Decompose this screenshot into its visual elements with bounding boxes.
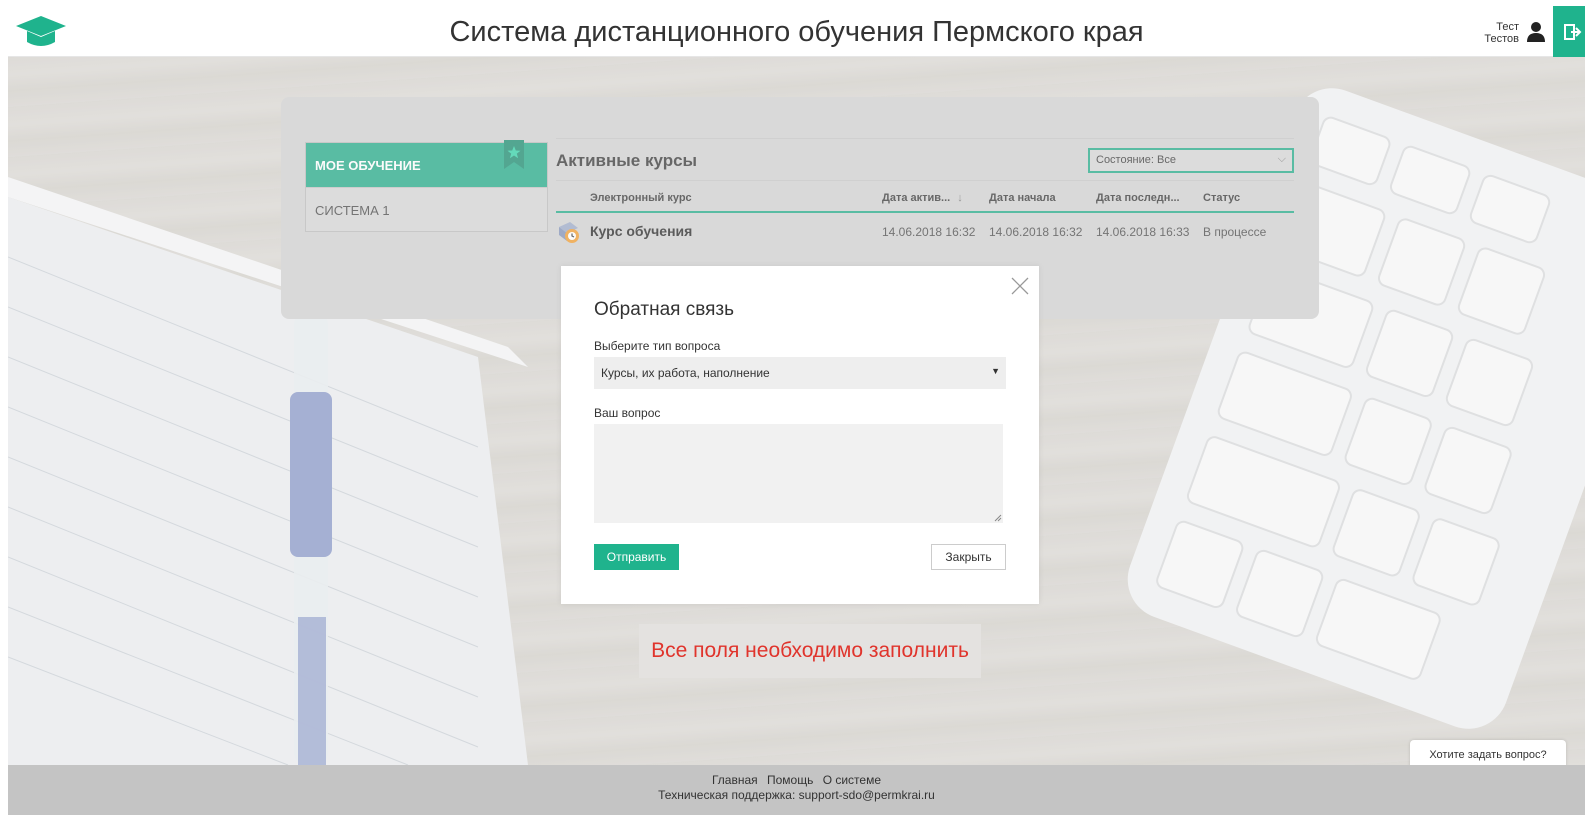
send-button[interactable]: Отправить [594,544,679,570]
user-name[interactable]: Тест Тестов [1484,21,1519,45]
footer-links: Главная Помощь О системе [8,773,1585,787]
footer-link-home[interactable]: Главная [712,773,758,787]
logout-button[interactable] [1553,6,1585,57]
modal-title: Обратная связь [594,299,734,320]
resize-grip-icon[interactable] [994,514,1002,522]
question-type-select[interactable]: Курсы, их работа, наполнение ▼ [594,357,1006,389]
question-type-label: Выберите тип вопроса [594,339,721,353]
question-label: Ваш вопрос [594,406,661,420]
close-icon[interactable] [1010,276,1030,296]
user-last-name: Тестов [1484,33,1519,45]
footer-support: Техническая поддержка: support-sdo@permk… [658,788,935,802]
site-title: Система дистанционного обучения Пермског… [449,16,1144,48]
close-button[interactable]: Закрыть [931,544,1006,570]
dropdown-arrow-icon: ▼ [991,366,1000,376]
footer-link-about[interactable]: О системе [823,773,881,787]
footer-link-help[interactable]: Помощь [767,773,813,787]
logout-icon [1564,23,1582,40]
left-edge [0,0,8,815]
user-first-name: Тест [1496,21,1519,33]
top-header: Система дистанционного обучения Пермског… [8,6,1585,57]
question-textarea[interactable] [594,424,1003,523]
footer: Главная Помощь О системе Техническая под… [8,765,1585,815]
feedback-modal: Обратная связь Выберите тип вопроса Курс… [561,266,1039,604]
validation-error-message: Все поля необходимо заполнить [639,624,981,678]
user-icon[interactable] [1525,21,1547,43]
question-type-value: Курсы, их работа, наполнение [601,366,770,380]
